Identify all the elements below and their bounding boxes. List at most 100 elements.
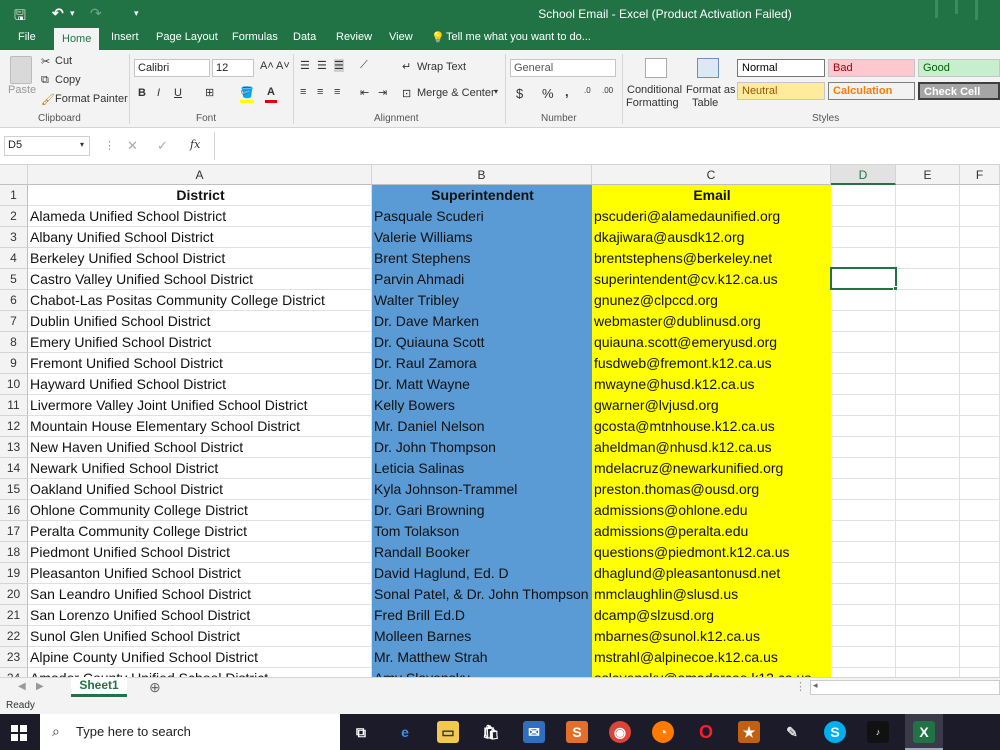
paint-icon[interactable]: ✎ [781, 721, 803, 743]
cell-superintendent[interactable]: Tom Tolakson [372, 521, 592, 542]
cell-district[interactable]: Mountain House Elementary School Distric… [28, 416, 372, 437]
cell[interactable] [960, 206, 1000, 227]
fill-color-icon[interactable]: 🪣 [240, 86, 254, 99]
horizontal-scrollbar[interactable] [810, 680, 1000, 695]
store-icon[interactable]: 🛍 [480, 721, 502, 743]
cell-email[interactable]: mwayne@husd.k12.ca.us [592, 374, 831, 395]
cell[interactable] [831, 332, 896, 353]
cell-email[interactable]: dkajiwara@ausdk12.org [592, 227, 831, 248]
cell-email[interactable]: aslavensky@amadorcoe.k12.ca.us [592, 668, 831, 677]
cell-superintendent[interactable]: Dr. Dave Marken [372, 311, 592, 332]
cell[interactable] [896, 563, 960, 584]
cell-district[interactable]: Chabot-Las Positas Community College Dis… [28, 290, 372, 311]
insert-function-icon[interactable]: fx [190, 138, 200, 151]
cell-superintendent[interactable]: Valerie Williams [372, 227, 592, 248]
row-header[interactable]: 19 [0, 563, 28, 584]
cell-district[interactable]: Alpine County Unified School District [28, 647, 372, 668]
cell-email[interactable]: webmaster@dublinusd.org [592, 311, 831, 332]
cell-district[interactable]: Ohlone Community College District [28, 500, 372, 521]
fill-handle[interactable] [893, 286, 898, 291]
cell[interactable] [960, 668, 1000, 677]
cell-district[interactable]: Dublin Unified School District [28, 311, 372, 332]
tab-insert[interactable]: Insert [111, 31, 139, 43]
font-color-icon[interactable]: A [267, 86, 275, 98]
cell-district[interactable]: Livermore Valley Joint Unified School Di… [28, 395, 372, 416]
cell-district[interactable]: New Haven Unified School District [28, 437, 372, 458]
underline-button[interactable]: U [174, 87, 182, 99]
cell[interactable] [896, 584, 960, 605]
cell[interactable] [896, 227, 960, 248]
cell[interactable] [896, 185, 960, 206]
cell-superintendent[interactable]: Dr. Quiauna Scott [372, 332, 592, 353]
column-header-e[interactable]: E [896, 165, 960, 185]
cell-superintendent[interactable]: Parvin Ahmadi [372, 269, 592, 290]
cell[interactable] [831, 500, 896, 521]
orientation-icon[interactable]: ⟋ [360, 59, 368, 72]
cell-district[interactable]: Peralta Community College District [28, 521, 372, 542]
task-view-icon[interactable]: ⧉ [350, 721, 372, 743]
cell[interactable] [896, 647, 960, 668]
cell[interactable] [831, 458, 896, 479]
cell[interactable] [896, 290, 960, 311]
name-box-dropdown-icon[interactable]: ▾ [80, 140, 84, 149]
cell-email[interactable]: aheldman@nhusd.k12.ca.us [592, 437, 831, 458]
cell-district[interactable]: San Leandro Unified School District [28, 584, 372, 605]
cell-district[interactable]: Fremont Unified School District [28, 353, 372, 374]
cell-superintendent[interactable]: Walter Tribley [372, 290, 592, 311]
cell-superintendent[interactable]: Pasquale Scuderi [372, 206, 592, 227]
align-top-icon[interactable]: ☰ [300, 59, 310, 72]
cell[interactable] [831, 479, 896, 500]
cell-superintendent[interactable]: Molleen Barnes [372, 626, 592, 647]
row-header[interactable]: 6 [0, 290, 28, 311]
style-calculation[interactable]: Calculation [828, 82, 915, 100]
row-header[interactable]: 16 [0, 500, 28, 521]
edge-icon[interactable]: e [394, 721, 416, 743]
decrease-font-icon[interactable]: A˅ [276, 60, 290, 72]
cell[interactable] [896, 311, 960, 332]
cell[interactable] [831, 311, 896, 332]
excel-taskbar-button[interactable]: X [905, 714, 943, 750]
sheet-next-icon[interactable]: ▶ [36, 681, 44, 692]
paste-icon[interactable] [10, 56, 32, 84]
enter-icon[interactable]: ✓ [157, 138, 168, 154]
cell-email[interactable]: admissions@ohlone.edu [592, 500, 831, 521]
cell-superintendent[interactable]: Amy Slavensky [372, 668, 592, 677]
italic-button[interactable]: I [157, 87, 160, 99]
cell[interactable] [831, 605, 896, 626]
align-left-icon[interactable]: ≡ [300, 86, 306, 98]
row-header[interactable]: 15 [0, 479, 28, 500]
cell-email[interactable]: dhaglund@pleasantonusd.net [592, 563, 831, 584]
cell[interactable] [960, 542, 1000, 563]
tab-review[interactable]: Review [336, 31, 372, 43]
row-header[interactable]: 8 [0, 332, 28, 353]
align-bottom-icon[interactable]: ☰ [334, 59, 344, 72]
cell[interactable] [831, 542, 896, 563]
header-district[interactable]: District [28, 185, 372, 206]
cell-district[interactable]: Amador County Unified School District [28, 668, 372, 677]
cell-district[interactable]: Berkeley Unified School District [28, 248, 372, 269]
cell-email[interactable]: mdelacruz@newarkunified.org [592, 458, 831, 479]
style-normal[interactable]: Normal [737, 59, 825, 77]
font-size-select[interactable]: 12 [212, 59, 254, 77]
music-app-icon[interactable]: ♪ [867, 721, 889, 743]
merge-dropdown-icon[interactable]: ▾ [494, 87, 498, 96]
cell[interactable] [896, 542, 960, 563]
cell[interactable] [960, 626, 1000, 647]
column-header-f[interactable]: F [960, 165, 1000, 185]
row-header[interactable]: 23 [0, 647, 28, 668]
row-header[interactable]: 14 [0, 458, 28, 479]
column-header-a[interactable]: A [28, 165, 372, 185]
row-header[interactable]: 12 [0, 416, 28, 437]
outdent-icon[interactable]: ⇥ [378, 86, 387, 99]
cell[interactable] [960, 395, 1000, 416]
cell-email[interactable]: questions@piedmont.k12.ca.us [592, 542, 831, 563]
style-bad[interactable]: Bad [828, 59, 915, 77]
cell[interactable] [831, 521, 896, 542]
format-as-table-button[interactable]: Format as [686, 84, 736, 96]
cell-email[interactable]: gwarner@lvjusd.org [592, 395, 831, 416]
cell[interactable] [960, 647, 1000, 668]
cell[interactable] [960, 332, 1000, 353]
cell-superintendent[interactable]: Mr. Matthew Strah [372, 647, 592, 668]
row-header[interactable]: 20 [0, 584, 28, 605]
row-header[interactable]: 17 [0, 521, 28, 542]
